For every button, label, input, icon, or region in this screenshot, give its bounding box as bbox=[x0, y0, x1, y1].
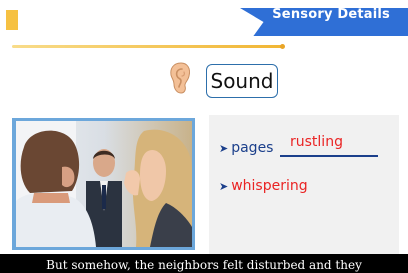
bullet-item-pages: ➤ pages bbox=[219, 140, 273, 156]
slide-accent-mark bbox=[6, 10, 18, 30]
arrow-bullet-icon: ➤ bbox=[219, 142, 229, 155]
bullet-item-whispering: ➤ whispering bbox=[219, 178, 308, 194]
bullet-word: pages bbox=[231, 140, 274, 156]
arrow-bullet-icon: ➤ bbox=[219, 180, 229, 193]
video-subtitle: But somehow, the neighbors felt disturbe… bbox=[46, 258, 362, 272]
ear-icon bbox=[170, 62, 190, 94]
bullet-word: whispering bbox=[231, 178, 308, 194]
header-divider bbox=[12, 45, 284, 48]
blank-answer: rustling bbox=[290, 134, 343, 150]
sense-label-box: Sound bbox=[206, 64, 278, 98]
header-title: Sensory Details bbox=[272, 7, 390, 22]
blank-underline bbox=[280, 155, 378, 157]
people-whispering-photo bbox=[16, 121, 192, 247]
divider-dot bbox=[280, 44, 285, 49]
sense-label: Sound bbox=[210, 69, 274, 93]
